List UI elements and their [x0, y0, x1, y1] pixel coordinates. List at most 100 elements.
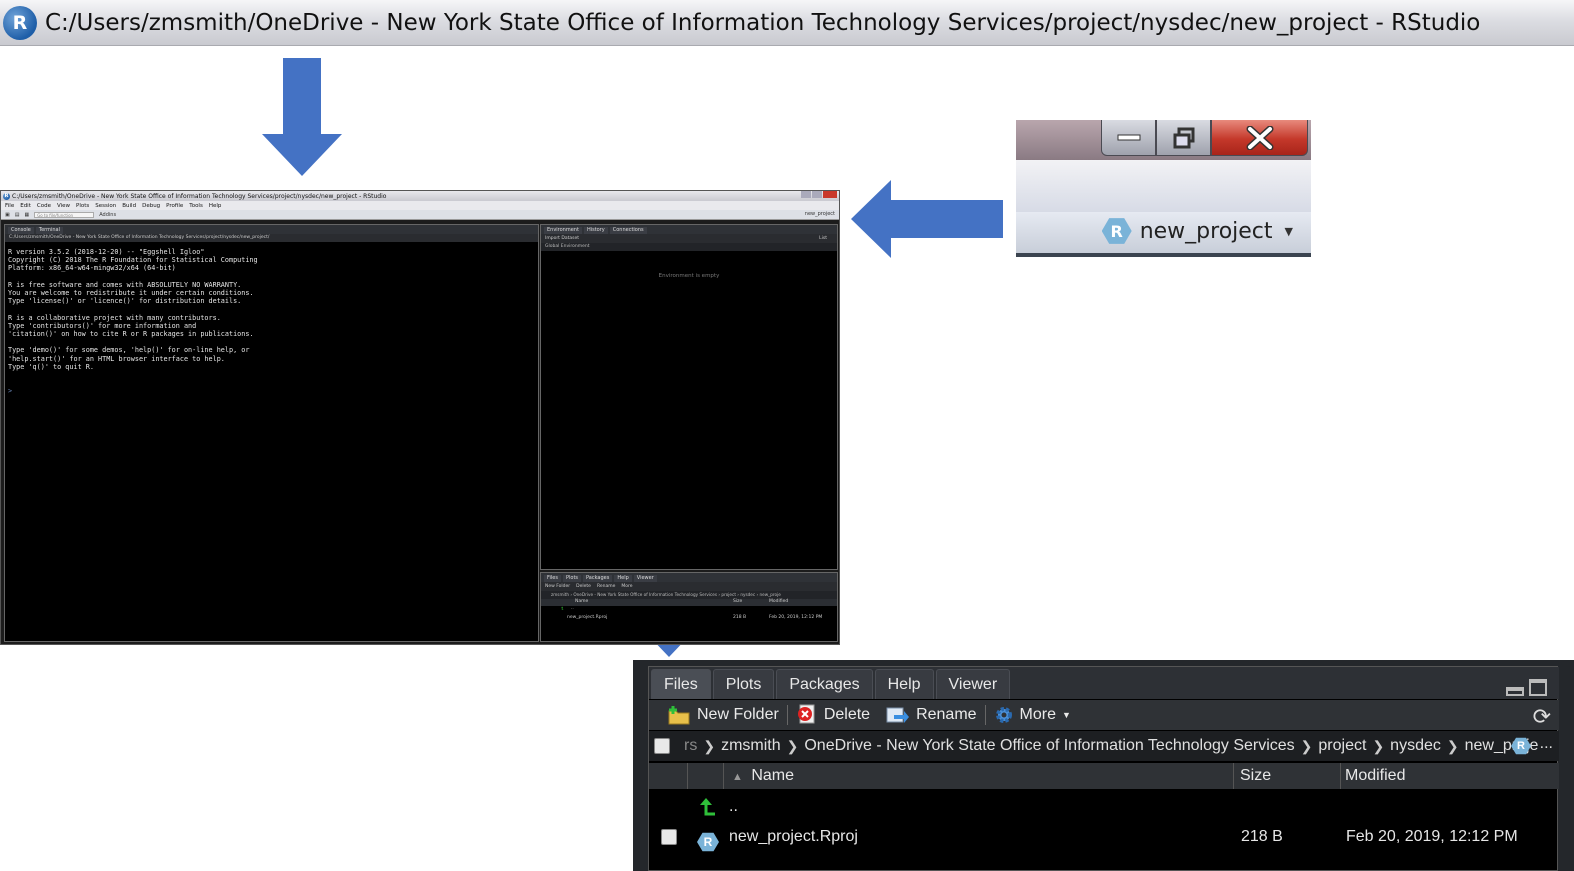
table-row: ⮤ ..	[561, 606, 574, 612]
column-modified[interactable]: Modified	[1340, 763, 1559, 789]
restore-icon	[1173, 127, 1194, 148]
console-output[interactable]: R version 3.5.2 (2018-12-20) -- "Eggshel…	[5, 242, 538, 402]
tab-plots[interactable]: Plots	[712, 669, 775, 699]
minimize-button[interactable]	[801, 191, 811, 198]
mini-project-menu[interactable]: new_project	[805, 211, 835, 217]
delete-button[interactable]: Delete	[788, 703, 878, 727]
tab-help[interactable]: Help	[614, 575, 632, 582]
addins-button[interactable]: Addins	[99, 212, 116, 218]
rproj-icon: R	[1101, 218, 1132, 244]
r-logo-icon: R	[3, 5, 37, 40]
table-row[interactable]: R new_project.Rproj 218 B Feb 20, 2019, …	[649, 822, 1559, 852]
environment-pane: Environment History Connections Import D…	[540, 224, 838, 570]
menu-help[interactable]: Help	[209, 203, 222, 209]
menu-edit[interactable]: Edit	[20, 203, 31, 209]
tab-console[interactable]: Console	[8, 227, 34, 234]
breadcrumb-lead[interactable]: rs	[684, 737, 697, 755]
gear-icon	[995, 707, 1012, 723]
tab-packages[interactable]: Packages	[776, 669, 873, 699]
chevron-right-icon: ❯	[786, 737, 799, 754]
menu-view[interactable]: View	[57, 203, 70, 209]
breadcrumb: zmsmith › OneDrive - New York State Offi…	[541, 591, 837, 599]
mini-window-title: C:/Users/zmsmith/OneDrive - New York Sta…	[12, 192, 387, 200]
console-prompt: >	[8, 387, 13, 396]
new-file-icon[interactable]: ▣	[5, 212, 10, 218]
r-logo-icon: R	[3, 192, 10, 200]
breadcrumb-item[interactable]: nysdec	[1390, 737, 1441, 755]
caret-down-icon: ▼	[1284, 224, 1293, 238]
menu-session[interactable]: Session	[95, 203, 116, 209]
tab-packages[interactable]: Packages	[583, 575, 613, 582]
rename-icon	[886, 707, 910, 723]
delete-icon	[797, 704, 815, 724]
rename-button[interactable]: Rename	[597, 582, 615, 591]
files-toolbar: New Folder Delete Rename More ▼ ⟳	[649, 700, 1559, 730]
menu-file[interactable]: File	[5, 203, 14, 209]
tab-viewer[interactable]: Viewer	[633, 575, 657, 582]
tab-files[interactable]: Files	[544, 575, 561, 582]
environment-empty-message: Environment is empty	[658, 273, 720, 279]
refresh-icon[interactable]: ⟳	[1533, 704, 1551, 730]
minimize-pane-icon[interactable]	[1506, 687, 1524, 696]
menu-debug[interactable]: Debug	[142, 203, 160, 209]
restore-button[interactable]	[812, 191, 822, 198]
menu-profile[interactable]: Profile	[166, 203, 183, 209]
tab-plots[interactable]: Plots	[562, 575, 582, 582]
file-size: 218 B	[1241, 828, 1283, 845]
select-all-checkbox[interactable]	[654, 738, 670, 754]
console-path: C:/Users/zmsmith/OneDrive - New York Sta…	[5, 234, 538, 242]
breadcrumb-more-button[interactable]: ...	[1540, 735, 1553, 753]
column-name[interactable]: ▲ Name	[723, 763, 1233, 789]
parent-directory-link[interactable]: ..	[729, 792, 738, 822]
close-button[interactable]	[1211, 120, 1308, 156]
save-icon[interactable]: ▦	[24, 212, 29, 218]
row-checkbox[interactable]	[661, 829, 677, 845]
column-size[interactable]: Size	[1233, 763, 1340, 789]
rename-button[interactable]: Rename	[878, 703, 984, 727]
chevron-right-icon: ❯	[1300, 737, 1313, 754]
tab-terminal[interactable]: Terminal	[35, 227, 63, 234]
menu-plots[interactable]: Plots	[76, 203, 89, 209]
close-button[interactable]	[823, 191, 837, 198]
file-table-header: Name Size Modified	[541, 599, 837, 606]
more-button[interactable]: More ▼	[986, 703, 1079, 727]
main-toolbar: ▣ ▤ ▦ Go to file/function Addins new_pro…	[1, 210, 839, 220]
go-up-icon[interactable]: ⮤	[561, 606, 564, 612]
breadcrumb-item[interactable]: project	[1318, 737, 1366, 755]
new-folder-icon	[668, 706, 690, 725]
menu-tools[interactable]: Tools	[189, 203, 203, 209]
more-button[interactable]: More	[621, 582, 632, 591]
minimize-button[interactable]	[1101, 120, 1156, 156]
mini-title-bar: R C:/Users/zmsmith/OneDrive - New York S…	[1, 191, 839, 201]
tab-connections[interactable]: Connections	[609, 227, 647, 234]
rstudio-screenshot: R C:/Users/zmsmith/OneDrive - New York S…	[0, 190, 840, 645]
delete-button[interactable]: Delete	[576, 582, 591, 591]
table-row[interactable]: ..	[649, 792, 1559, 822]
goto-file-input[interactable]: Go to file/function	[34, 211, 95, 218]
files-pane-zoom: Files Plots Packages Help Viewer New Fol…	[633, 660, 1574, 871]
tab-files[interactable]: Files	[651, 669, 711, 699]
tab-environment[interactable]: Environment	[544, 227, 582, 234]
breadcrumb-item[interactable]: zmsmith	[721, 737, 781, 755]
tab-history[interactable]: History	[583, 227, 608, 234]
import-dataset-button[interactable]: Import Dataset	[545, 234, 579, 243]
list-view-button[interactable]: List	[819, 234, 827, 243]
project-menu[interactable]: R new_project ▼	[1101, 217, 1293, 245]
new-folder-button[interactable]: New Folder	[545, 582, 570, 591]
console-text: R version 3.5.2 (2018-12-20) -- "Eggshel…	[8, 248, 258, 371]
console-pane: Console Terminal C:/Users/zmsmith/OneDri…	[4, 224, 539, 642]
menu-build[interactable]: Build	[122, 203, 136, 209]
chevron-right-icon: ❯	[1446, 737, 1459, 754]
tab-help[interactable]: Help	[874, 669, 934, 699]
tab-viewer[interactable]: Viewer	[935, 669, 1011, 699]
window-title: C:/Users/zmsmith/OneDrive - New York Sta…	[45, 9, 1481, 36]
menu-code[interactable]: Code	[37, 203, 51, 209]
new-folder-button[interactable]: New Folder	[659, 703, 787, 727]
open-file-icon[interactable]: ▤	[15, 212, 20, 218]
global-environment-select[interactable]: Global Environment	[541, 243, 837, 251]
maximize-pane-icon[interactable]	[1529, 679, 1547, 696]
breadcrumb-item[interactable]: OneDrive - New York State Office of Info…	[804, 737, 1294, 755]
file-name-link[interactable]: new_project.Rproj	[729, 822, 858, 852]
files-tab-bar: Files Plots Packages Help Viewer	[649, 667, 1559, 699]
restore-button[interactable]	[1156, 120, 1211, 156]
